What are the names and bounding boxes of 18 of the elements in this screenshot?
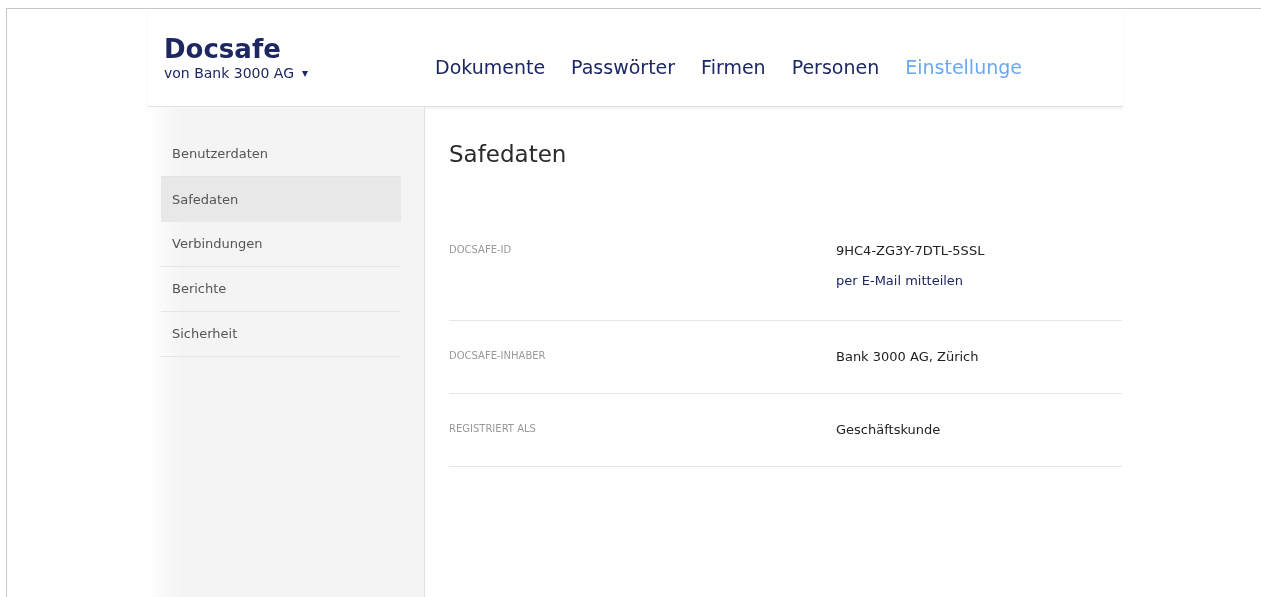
sidebar-item[interactable]: Safedaten (161, 177, 401, 222)
field-label: REGISTRIERT ALS (449, 422, 537, 436)
field-label: DOCSAFE-ID (449, 243, 513, 257)
field-value: Geschäftskunde (836, 421, 941, 439)
sidebar-item[interactable]: Verbindungen (161, 222, 401, 267)
brand-title: Docsafe (164, 34, 282, 64)
nav-tab[interactable]: Passwörter (571, 54, 676, 80)
nav-tab[interactable]: Firmen (701, 54, 766, 80)
sidebar-item[interactable]: Berichte (161, 267, 401, 312)
nav-tab[interactable]: Personen (791, 54, 880, 80)
nav-tab[interactable]: Dokumente (435, 54, 546, 80)
sidebar-item[interactable]: Sicherheit (161, 312, 401, 357)
field-value: Bank 3000 AG, Zürich (836, 348, 979, 366)
field-value: 9HC4-ZG3Y-7DTL-5SSL (836, 242, 985, 260)
bank-selector[interactable]: von Bank 3000 AG ▾ (164, 64, 435, 82)
page-title: Safedaten (449, 140, 568, 169)
field-label: DOCSAFE-INHABER (449, 349, 547, 363)
email-link[interactable]: per E-Mail mitteilen (836, 272, 985, 290)
